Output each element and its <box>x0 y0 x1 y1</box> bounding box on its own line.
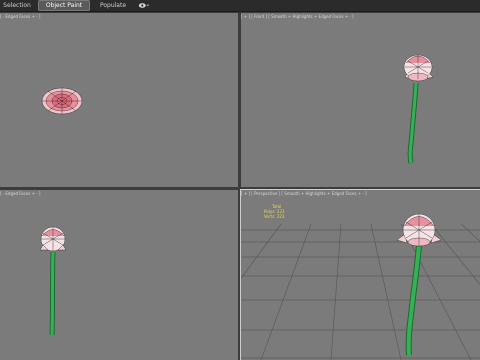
eye-icon[interactable] <box>138 2 150 9</box>
flower-top-view <box>41 87 83 115</box>
tab-populate[interactable]: Populate <box>95 1 131 10</box>
flower-side-view <box>39 226 67 336</box>
tab-selection[interactable]: Selection <box>2 1 32 10</box>
viewport-top-left[interactable]: [ · Edged Faces + · ] <box>0 13 238 187</box>
flower-front-view <box>403 54 434 164</box>
tab-object-paint[interactable]: Object Paint <box>38 0 90 11</box>
viewport-bottom-left[interactable]: [ · Edged Faces + · ] <box>0 190 238 360</box>
viewport-bottom-right[interactable]: [ + ] [ Perspective ] [ Smooth + Highlig… <box>240 189 480 360</box>
flower-perspective-view <box>396 213 442 356</box>
viewport-top-right[interactable]: [ + ] [ Front ] [ Smooth + Highlights + … <box>241 13 480 187</box>
ribbon-toolbar: Selection Object Paint Populate <box>0 0 480 12</box>
